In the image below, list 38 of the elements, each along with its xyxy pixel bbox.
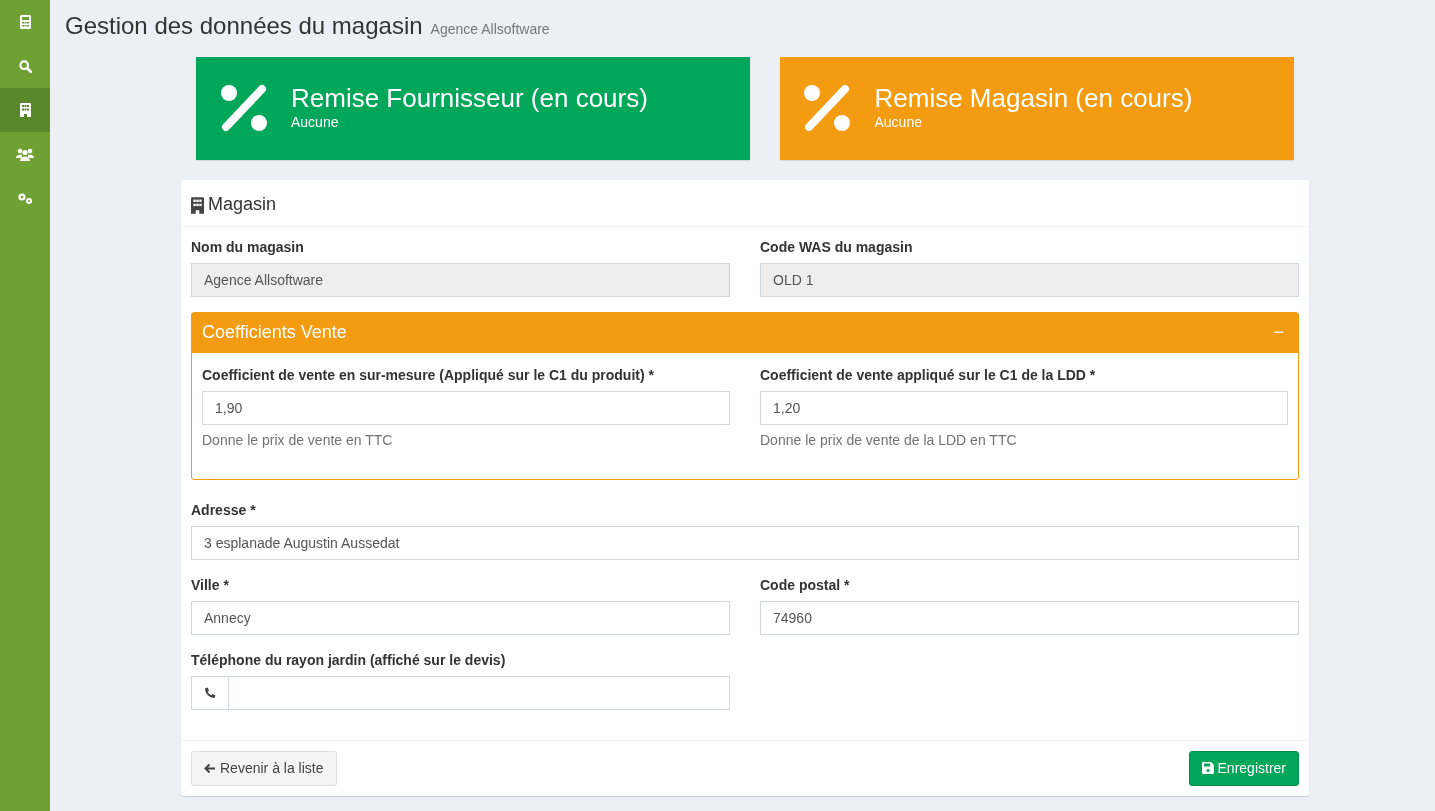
field-label: Ville * bbox=[191, 575, 230, 595]
arrow-left-icon bbox=[204, 762, 216, 774]
sidebar-item[interactable] bbox=[0, 88, 50, 132]
discount-title: Remise Magasin (en cours) bbox=[874, 83, 1193, 113]
save-icon bbox=[1201, 762, 1214, 775]
help-text: Donne le prix de vente en TTC bbox=[202, 430, 394, 450]
panel-title: Magasin bbox=[208, 192, 277, 216]
users-icon bbox=[16, 147, 34, 161]
phone-icon bbox=[204, 686, 217, 699]
calculator-icon bbox=[19, 15, 31, 29]
field-label: Code postal * bbox=[760, 575, 851, 595]
input-field[interactable]: 3 esplanade Augustin Aussedat bbox=[191, 525, 1299, 560]
phone-field[interactable] bbox=[228, 675, 730, 710]
building-icon bbox=[191, 196, 204, 214]
help-text: Donne le prix de vente de la LDD en TTC bbox=[760, 430, 1018, 450]
field-label: Coefficient de vente appliqué sur le C1 de la LDD * bbox=[760, 365, 1097, 385]
input-field[interactable]: 74960 bbox=[760, 600, 1299, 635]
field-label: Adresse * bbox=[191, 500, 257, 520]
back-button[interactable]: Revenir à la liste bbox=[191, 750, 337, 786]
discount-value: Aucune bbox=[291, 113, 340, 133]
percent-icon bbox=[218, 83, 269, 134]
field-label: Nom du magasin bbox=[191, 237, 305, 257]
section-title: Coefficients Vente bbox=[202, 321, 347, 345]
input-field[interactable]: OLD 1 bbox=[760, 262, 1299, 297]
search-icon bbox=[18, 59, 32, 73]
discount-title: Remise Fournisseur (en cours) bbox=[291, 83, 648, 113]
input-field[interactable]: 1,20 bbox=[760, 390, 1288, 425]
field-label: Code WAS du magasin bbox=[760, 237, 914, 257]
field-label: Coefficient de vente en sur-mesure (Appliqué sur le C1 du produit) * bbox=[202, 365, 655, 385]
building-icon bbox=[19, 103, 31, 117]
input-field[interactable]: Annecy bbox=[191, 600, 730, 635]
discount-value: Aucune bbox=[874, 113, 923, 133]
field-label: Téléphone du rayon jardin (affiché sur le devis) bbox=[191, 650, 507, 670]
percent-icon bbox=[802, 83, 852, 134]
input-field[interactable]: 1,90 bbox=[202, 390, 730, 425]
input-field[interactable]: Agence Allsoftware bbox=[191, 262, 730, 297]
page-subtitle: Agence Allsoftware bbox=[430, 20, 550, 39]
page-title: Gestion des données du magasin bbox=[65, 12, 423, 41]
